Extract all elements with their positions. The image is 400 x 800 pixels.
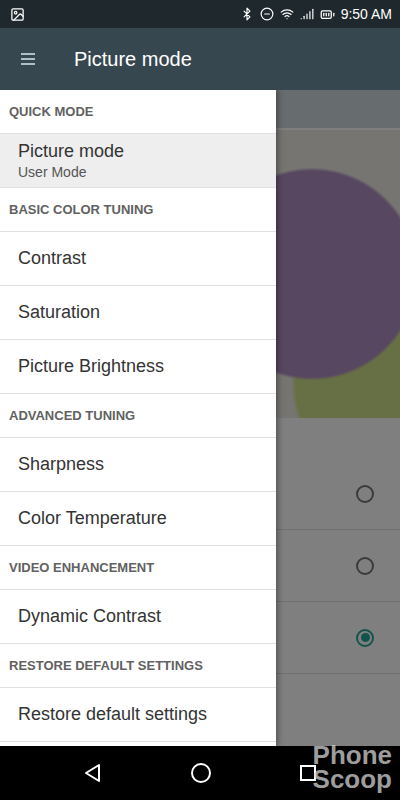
battery-icon [320,7,335,22]
item-label: Contrast [18,248,258,269]
item-label: Picture mode [18,141,258,162]
signal-icon [300,7,314,21]
drawer-item[interactable]: Sharpness [0,438,276,492]
item-label: Picture Brightness [18,356,258,377]
section-header: QUICK MODE [0,90,276,134]
back-icon[interactable] [83,763,103,783]
drawer-item[interactable]: Dynamic Contrast [0,590,276,644]
drawer-item[interactable]: Picture mode User Mode [0,134,276,188]
drawer-item[interactable]: Color Temperature [0,492,276,546]
status-bar: 9:50 AM [0,0,400,28]
clock: 9:50 AM [341,6,392,22]
item-sublabel: User Mode [18,164,258,180]
wifi-icon [280,7,294,21]
drawer-item[interactable]: Picture Brightness [0,340,276,394]
watermark: Phone Scoop [262,743,392,792]
section-header: VIDEO ENHANCEMENT [0,546,276,590]
section-header: ADVANCED TUNING [0,394,276,438]
bluetooth-icon [240,7,254,21]
toolbar-title: Picture mode [74,48,192,71]
screen: 9:50 AMPicture modeQUICK MODEPicture mod… [0,0,400,800]
item-label: Restore default settings [18,704,258,725]
drawer-item[interactable]: Restore default settings [0,688,276,742]
navigation-drawer: QUICK MODE Picture mode User Mode BASIC COL… [0,90,276,746]
menu-icon[interactable] [20,51,36,67]
drawer-item[interactable]: Contrast [0,232,276,286]
item-label: Sharpness [18,454,258,475]
toolbar: Picture mode [0,28,400,90]
do-not-disturb-icon [260,7,274,21]
item-label: Saturation [18,302,258,323]
section-header: BASIC COLOR TUNING [0,188,276,232]
section-header: RESTORE DEFAULT SETTINGS [0,644,276,688]
status-icons: 9:50 AM [240,6,392,22]
navigation-bar [0,746,400,800]
item-label: Color Temperature [18,508,258,529]
home-icon[interactable] [190,762,212,784]
item-label: Dynamic Contrast [18,606,258,627]
drawer-item[interactable]: Saturation [0,286,276,340]
recents-icon[interactable] [299,764,317,782]
content: QUICK MODE Picture mode User Mode BASIC COL… [0,90,400,746]
image-icon [10,7,25,22]
